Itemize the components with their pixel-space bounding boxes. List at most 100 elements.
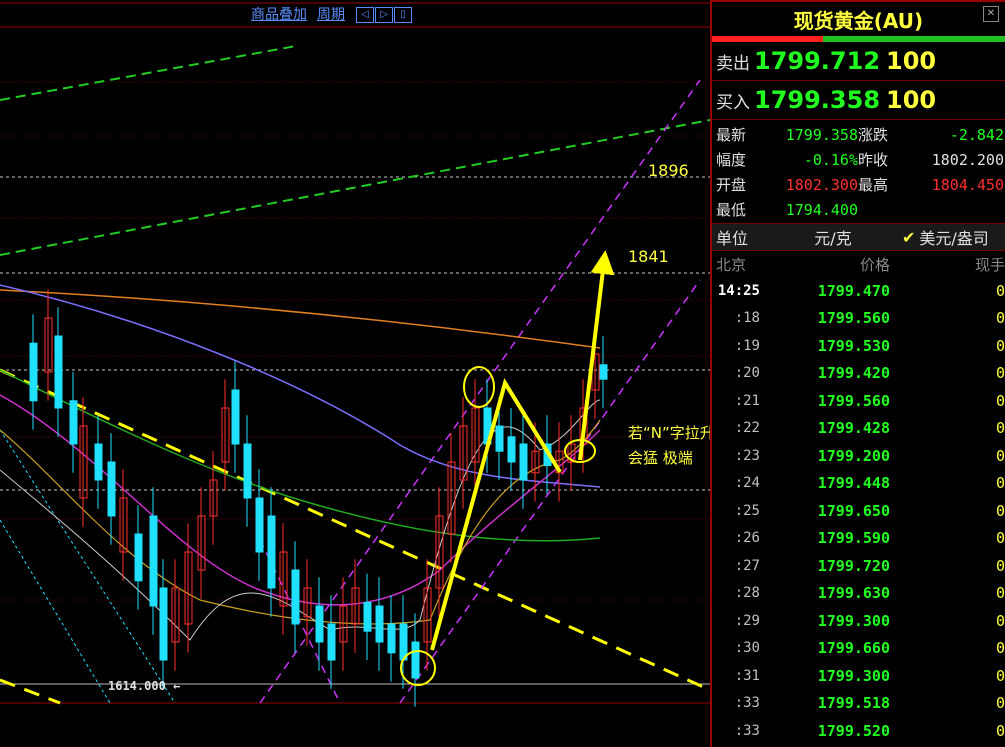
tick-row: :33 1799.518 0 (712, 690, 1005, 718)
tick-qty: 0 (995, 364, 1005, 383)
unit-option-cny[interactable]: 元/克 (764, 225, 902, 249)
candle-body (519, 443, 528, 481)
tick-qty: 0 (995, 639, 1005, 658)
tick-header-city: 北京 (716, 255, 747, 274)
chart-toolbar: 商品叠加 周期 ◁ ▷ ▯ (251, 4, 412, 24)
tick-time: :19 (734, 337, 760, 354)
scroll-left-icon[interactable]: ◁ (356, 7, 374, 23)
stat-value: 1799.358 (785, 126, 858, 144)
quote-panel: 现货黄金(AU) ✕ 卖出 1799.712 100 买入 1799.358 1… (710, 0, 1005, 747)
nav-buttons: ◁ ▷ ▯ (355, 5, 412, 23)
buy-label: 买入 (716, 92, 750, 113)
tick-row: :24 1799.448 0 (712, 470, 1005, 498)
unit-label: 单位 (716, 229, 749, 248)
green-trend-mid (0, 119, 710, 256)
sell-row[interactable]: 卖出 1799.712 100 (712, 42, 1005, 81)
candle-body (363, 601, 372, 632)
sell-volume: 100 (886, 47, 937, 75)
candle-body (327, 623, 336, 661)
tick-time: :26 (734, 530, 760, 547)
tick-row: :27 1799.720 0 (712, 552, 1005, 580)
stat-value: 1804.450 (931, 176, 1004, 194)
tick-price: 1799.720 (817, 556, 890, 575)
tick-row: :25 1799.650 0 (712, 497, 1005, 525)
tick-list[interactable]: 14:25 1799.470 0:18 1799.560 0:19 1799.530 0:2… (712, 277, 1005, 745)
tick-time: :29 (734, 612, 760, 629)
buy-row[interactable]: 买入 1799.358 100 (712, 81, 1005, 120)
tick-row: :31 1799.300 0 (712, 662, 1005, 690)
level-label-1841: 1841 (628, 247, 669, 266)
period-link[interactable]: 周期 (317, 4, 345, 24)
tick-row: :28 1799.630 0 (712, 580, 1005, 608)
tick-qty: 0 (995, 446, 1005, 465)
tick-qty: 0 (995, 556, 1005, 575)
stat-value: -2.842 (949, 126, 1004, 144)
tick-price: 1799.448 (817, 474, 890, 493)
tick-price: 1799.630 (817, 584, 890, 603)
close-icon[interactable]: ✕ (983, 6, 999, 22)
stat-label: 涨跌 (858, 126, 889, 144)
candle-body (495, 425, 504, 452)
tick-qty: 0 (995, 666, 1005, 685)
tick-qty: 0 (995, 529, 1005, 548)
cyan-channel-2 (0, 519, 111, 704)
candle-body (149, 515, 158, 607)
tick-price: 1799.518 (817, 694, 890, 713)
tick-qty: 0 (995, 474, 1005, 493)
candle-body (507, 436, 516, 463)
tick-row: :19 1799.530 0 (712, 332, 1005, 360)
overlay-link[interactable]: 商品叠加 (251, 4, 307, 24)
candlestick-chart[interactable]: 1896 1841 1614.000 ← 若“N”字拉升 会猛 极端 (0, 0, 710, 747)
tick-qty: 0 (995, 721, 1005, 740)
channel-lower (399, 279, 701, 704)
channel-upper (259, 79, 701, 704)
chart-area[interactable]: 1896 1841 1614.000 ← 若“N”字拉升 会猛 极端 商品叠加 … (0, 0, 710, 747)
level-label-1896: 1896 (648, 161, 689, 180)
expand-icon[interactable]: ▯ (394, 7, 412, 23)
check-icon: ✔ (902, 227, 916, 247)
ma-white (0, 399, 601, 641)
tick-time: :28 (734, 585, 760, 602)
unit-row: 单位 元/克 ✔ 美元/盎司 (712, 224, 1005, 251)
candle-body (159, 587, 168, 661)
stat-value: 1802.300 (785, 176, 858, 194)
tick-price: 1799.530 (817, 336, 890, 355)
candle-body (29, 342, 38, 402)
tick-price: 1799.300 (817, 611, 890, 630)
tick-time: :18 (734, 310, 760, 327)
tick-qty: 0 (995, 336, 1005, 355)
stat-value: 1794.400 (785, 201, 858, 219)
candle-body (599, 364, 608, 380)
candle-body (411, 641, 420, 679)
candle-body (134, 533, 143, 582)
tick-price: 1799.520 (817, 721, 890, 740)
top-ellipse (463, 366, 495, 408)
buy-sell-ratio-bar (712, 36, 1005, 42)
tick-time: :30 (734, 640, 760, 657)
unit-option-usd[interactable]: 美元/盎司 (919, 225, 988, 249)
tick-time: :20 (734, 365, 760, 382)
scroll-right-icon[interactable]: ▷ (375, 7, 393, 23)
tick-time: 14:25 (717, 282, 760, 299)
ma-orange (0, 289, 601, 349)
tick-time: :22 (734, 420, 760, 437)
sell-label: 卖出 (716, 53, 750, 74)
tick-row: :23 1799.200 0 (712, 442, 1005, 470)
annotation-line-1: 若“N”字拉升 (628, 424, 710, 442)
buy-volume: 100 (886, 86, 937, 114)
tick-price: 1799.650 (817, 501, 890, 520)
tick-row: :18 1799.560 0 (712, 305, 1005, 333)
tick-header: 北京 价格 现手 (712, 251, 1005, 277)
tick-time: :27 (734, 557, 760, 574)
tick-price: 1799.560 (817, 391, 890, 410)
candle-body (315, 605, 324, 643)
candle-body (375, 605, 384, 643)
tick-price: 1799.560 (817, 309, 890, 328)
tick-row: :30 1799.660 0 (712, 635, 1005, 663)
candle-body (54, 335, 63, 409)
candle-body (267, 515, 276, 589)
tick-qty: 0 (995, 309, 1005, 328)
tick-price: 1799.200 (817, 446, 890, 465)
sell-price: 1799.712 (754, 47, 881, 75)
tick-qty: 0 (995, 611, 1005, 630)
